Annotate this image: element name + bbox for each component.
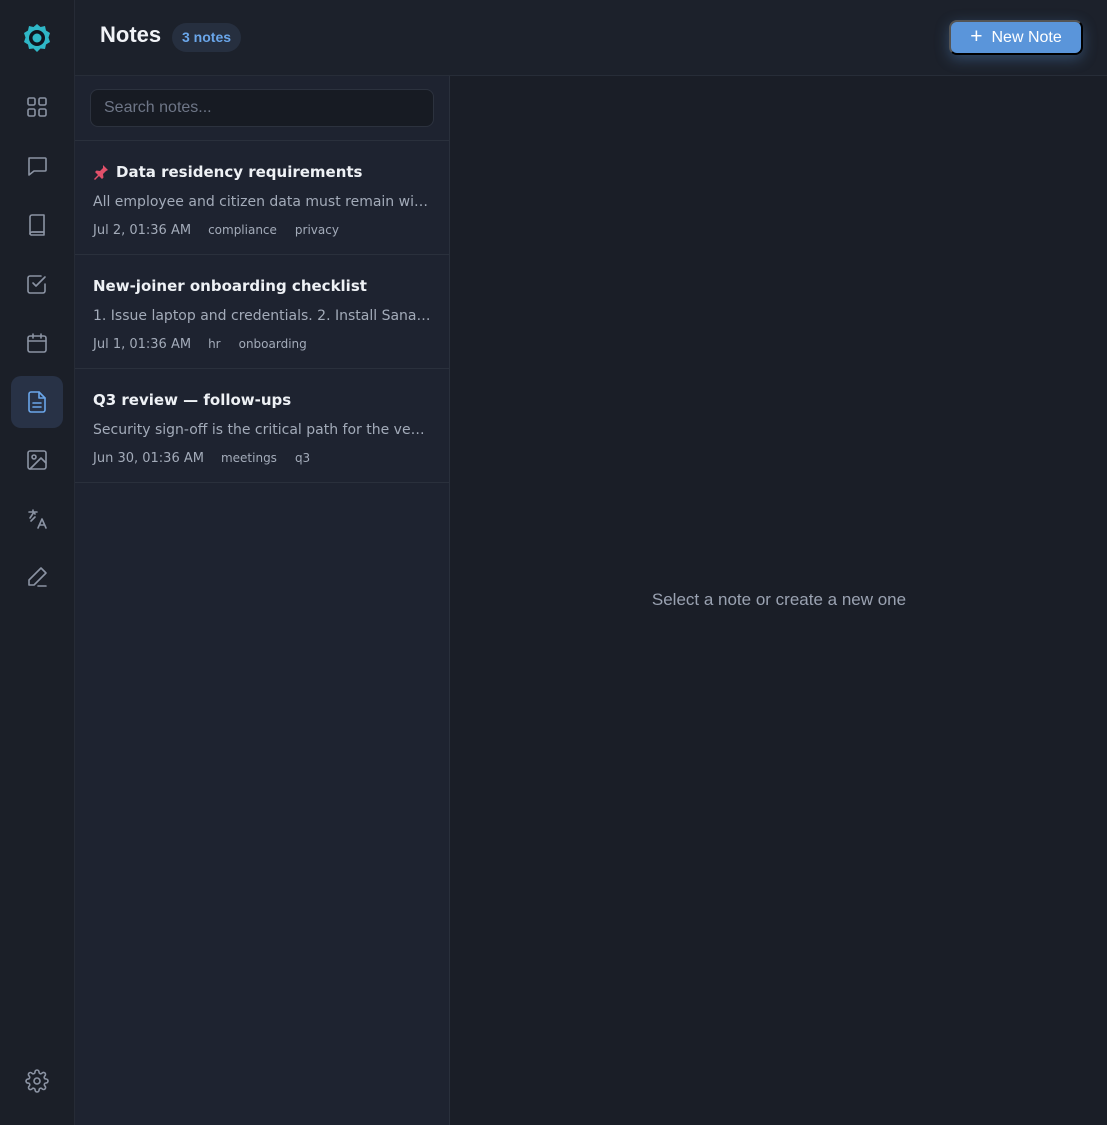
sidebar-item-tasks[interactable]	[11, 258, 63, 310]
note-tag: onboarding	[238, 337, 307, 351]
note-title-row: New-joiner onboarding checklist	[93, 277, 367, 295]
sidebar-item-images[interactable]	[11, 434, 63, 486]
note-title: Data residency requirements	[116, 163, 363, 181]
note-meta: Jun 30, 01:36 AM meetings q3	[93, 448, 319, 468]
note-meta: Jul 1, 01:36 AM hr onboarding	[93, 334, 316, 354]
note-title: New-joiner onboarding checklist	[93, 277, 367, 295]
note-item[interactable]: Q3 review — follow-ups Security sign-off…	[75, 369, 449, 483]
sidebar-item-sign[interactable]	[11, 551, 63, 603]
notes-list-panel: Data residency requirements All employee…	[75, 76, 450, 1125]
note-preview: Security sign-off is the critical path f…	[93, 422, 431, 438]
sidebar-item-dashboard[interactable]	[11, 81, 63, 133]
search-box	[90, 89, 434, 127]
new-note-button[interactable]: + New Note	[949, 20, 1083, 55]
sidebar-item-settings[interactable]	[11, 1055, 63, 1107]
calendar-icon	[27, 333, 47, 353]
note-tag: privacy	[294, 223, 339, 237]
sidebar-rail	[0, 0, 75, 1125]
note-date: Jun 30, 01:36 AM	[93, 450, 204, 466]
note-title-row: Data residency requirements	[93, 163, 363, 181]
page-title: Notes	[100, 22, 162, 47]
grid-icon	[27, 97, 47, 117]
note-item[interactable]: Data residency requirements All employee…	[75, 141, 449, 255]
note-meta: Jul 2, 01:36 AM compliance privacy	[93, 220, 348, 240]
search-input[interactable]	[91, 90, 433, 126]
gear-logo-icon[interactable]	[22, 23, 52, 53]
document-icon	[28, 391, 46, 413]
note-tag: meetings	[220, 451, 277, 465]
sidebar-item-calendar[interactable]	[11, 317, 63, 369]
translate-icon	[28, 509, 47, 529]
pin-icon	[94, 165, 108, 180]
note-editor-area: Select a note or create a new one	[451, 76, 1107, 1125]
sidebar-item-knowledge[interactable]	[11, 199, 63, 251]
note-preview: All employee and citizen data must remai…	[93, 194, 431, 210]
sidebar-item-chat[interactable]	[11, 140, 63, 192]
note-date: Jul 1, 01:36 AM	[93, 336, 192, 352]
note-tag: q3	[294, 451, 311, 465]
new-note-label: New Note	[991, 28, 1062, 46]
note-tag: compliance	[208, 223, 277, 237]
sidebar-item-notes[interactable]	[11, 376, 63, 428]
note-tag: hr	[208, 337, 221, 351]
note-title-row: Q3 review — follow-ups	[93, 391, 291, 409]
plus-icon: +	[970, 24, 983, 48]
pen-icon	[28, 567, 47, 587]
book-icon	[29, 214, 45, 236]
notes-count-badge: 3 notes	[172, 23, 242, 52]
chat-bubble-icon	[28, 157, 47, 176]
top-header: Notes 3 notes + New Note	[75, 0, 1107, 76]
settings-icon	[25, 1069, 49, 1093]
empty-state-message: Select a note or create a new one	[651, 590, 907, 609]
note-title: Q3 review — follow-ups	[93, 391, 292, 409]
note-date: Jul 2, 01:36 AM	[93, 222, 192, 238]
checkbox-icon	[27, 275, 46, 294]
note-preview: 1. Issue laptop and credentials. 2. Inst…	[93, 308, 431, 324]
sidebar-item-translate[interactable]	[11, 493, 63, 545]
image-icon	[27, 450, 47, 470]
note-item[interactable]: New-joiner onboarding checklist 1. Issue…	[75, 255, 449, 369]
